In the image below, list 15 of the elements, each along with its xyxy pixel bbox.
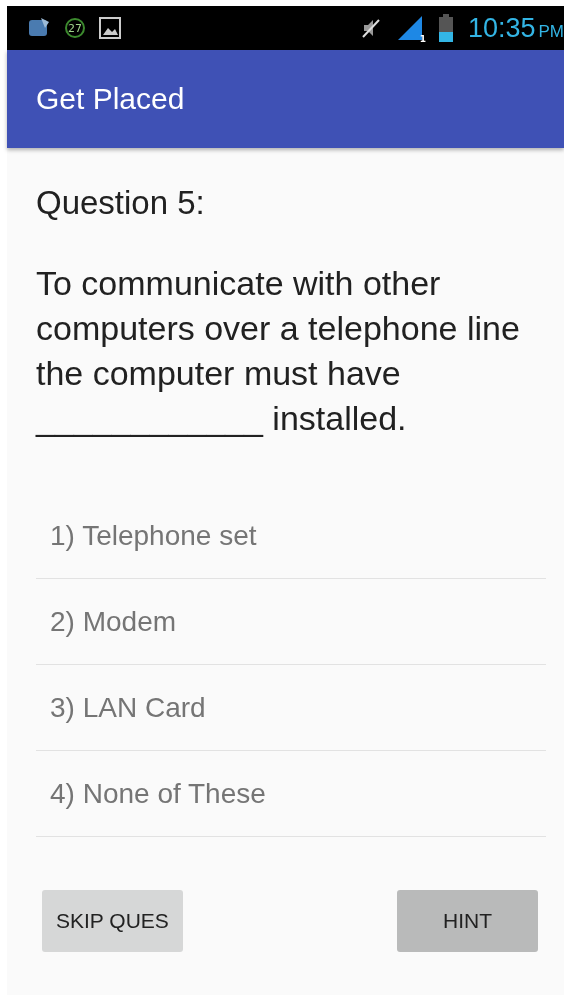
answer-option[interactable]: 3) LAN Card <box>36 665 546 751</box>
answer-option[interactable]: 1) Telephone set <box>36 493 546 579</box>
notification-badge: 27 <box>65 18 85 38</box>
answer-option[interactable]: 2) Modem <box>36 579 546 665</box>
hint-button[interactable]: HINT <box>397 890 538 952</box>
sim-number: 1 <box>419 34 426 44</box>
image-icon <box>99 17 121 39</box>
mute-icon <box>359 17 382 39</box>
question-text: To communicate with other computers over a telephone line the computer must have ____________ installed. <box>36 263 521 439</box>
battery-icon <box>437 14 454 42</box>
answer-option[interactable]: 4) None of These <box>36 751 546 837</box>
skip-button[interactable]: SKIP QUES <box>42 890 183 952</box>
app-title: Get Placed <box>36 82 185 116</box>
question-number: Question 5: <box>36 184 206 222</box>
status-time: 10:35 PM <box>467 12 564 44</box>
